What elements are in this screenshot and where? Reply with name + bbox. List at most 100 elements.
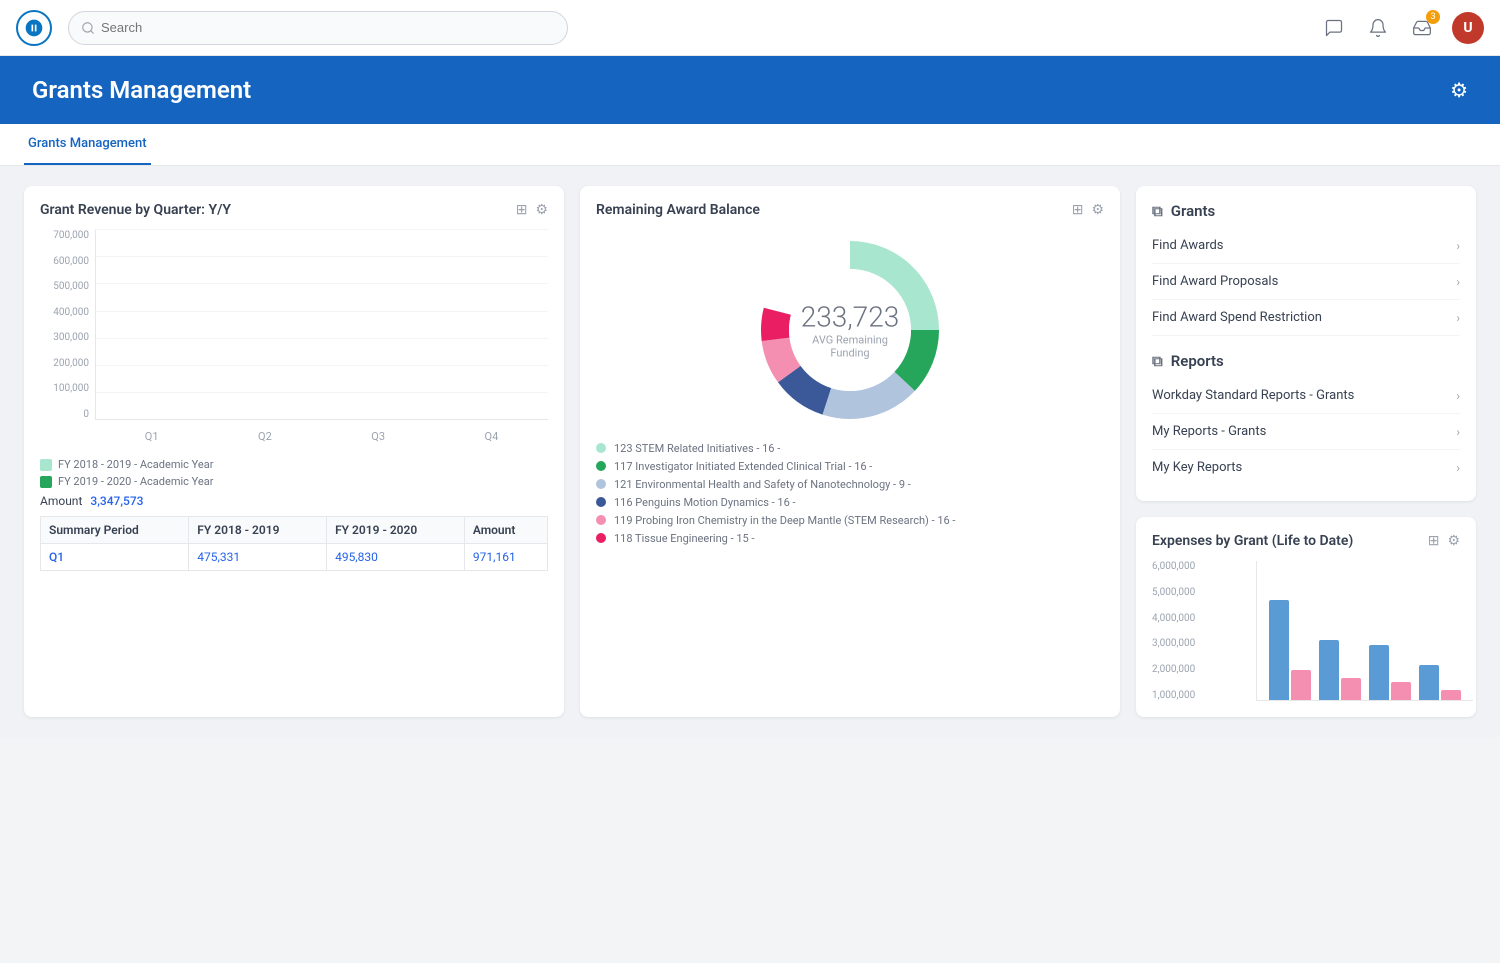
bell-icon[interactable] xyxy=(1364,14,1392,42)
donut-dot-1 xyxy=(596,461,606,471)
menu-label-my-key-reports: My Key Reports xyxy=(1152,460,1242,475)
exp-bar-2-pink xyxy=(1341,678,1361,700)
exp-y-6m: 6,000,000 xyxy=(1152,561,1195,572)
exp-bar-3-pink xyxy=(1391,682,1411,700)
donut-wrap: 233,723 AVG Remaining Funding xyxy=(750,230,950,430)
exp-bar-1-pink xyxy=(1291,670,1311,700)
chevron-icon-3: › xyxy=(1456,389,1460,403)
grants-menu-card: ⧉ Grants Find Awards › Find Award Propos… xyxy=(1136,186,1476,501)
x-label-q1: Q1 xyxy=(95,424,208,450)
legend-dot-prev xyxy=(40,459,52,471)
legend-item-prev: FY 2018 - 2019 - Academic Year xyxy=(40,458,548,471)
settings-icon-expenses[interactable]: ⚙ xyxy=(1447,533,1460,549)
table-header-row: Summary Period FY 2018 - 2019 FY 2019 - … xyxy=(41,517,548,544)
exp-bar-1-blue xyxy=(1269,600,1289,700)
menu-label-find-awards: Find Awards xyxy=(1152,238,1224,253)
chat-icon[interactable] xyxy=(1320,14,1348,42)
col-fy1819: FY 2018 - 2019 xyxy=(189,517,327,544)
inbox-icon[interactable]: 3 xyxy=(1408,14,1436,42)
donut-value: 233,723 xyxy=(800,301,900,334)
chevron-icon-1: › xyxy=(1456,275,1460,289)
donut-container: 233,723 AVG Remaining Funding xyxy=(596,230,1104,430)
cell-fy1819: 475,331 xyxy=(189,544,327,571)
expenses-y-axis: 6,000,000 5,000,000 4,000,000 3,000,000 … xyxy=(1152,561,1201,701)
menu-item-my-reports[interactable]: My Reports - Grants › xyxy=(1152,414,1460,450)
donut-dot-2 xyxy=(596,479,606,489)
settings-icon[interactable]: ⚙ xyxy=(1450,78,1468,102)
page-header: Grants Management ⚙ xyxy=(0,56,1500,124)
donut-legend-label-4: 119 Probing Iron Chemistry in the Deep M… xyxy=(614,514,955,527)
donut-chart-card: Remaining Award Balance ⊞ ⚙ xyxy=(580,186,1120,717)
x-label-q4: Q4 xyxy=(435,424,548,450)
chevron-icon-0: › xyxy=(1456,239,1460,253)
donut-chart-icons: ⊞ ⚙ xyxy=(1072,202,1104,218)
search-bar[interactable] xyxy=(68,11,568,45)
table-row: Q1 475,331 495,830 971,161 xyxy=(41,544,548,571)
menu-label-find-award-proposals: Find Award Proposals xyxy=(1152,274,1278,289)
menu-label-find-award-spend: Find Award Spend Restriction xyxy=(1152,310,1322,325)
settings-icon-donut[interactable]: ⚙ xyxy=(1091,202,1104,218)
filter-icon-expenses[interactable]: ⊞ xyxy=(1428,533,1440,549)
amount-value: 3,347,573 xyxy=(90,494,143,508)
expenses-title: Expenses by Grant (Life to Date) xyxy=(1152,533,1353,549)
filter-icon[interactable]: ⊞ xyxy=(516,202,528,218)
expenses-header: Expenses by Grant (Life to Date) ⊞ ⚙ xyxy=(1152,533,1460,549)
chevron-icon-2: › xyxy=(1456,311,1460,325)
exp-y-3m: 3,000,000 xyxy=(1152,638,1195,649)
reports-section-title: ⧉ Reports xyxy=(1152,352,1460,370)
exp-y-5m: 5,000,000 xyxy=(1152,587,1195,598)
inbox-badge: 3 xyxy=(1426,10,1440,24)
main-content: Grant Revenue by Quarter: Y/Y ⊞ ⚙ 700,00… xyxy=(0,166,1500,737)
amount-label: Amount xyxy=(40,494,82,508)
exp-bar-group-4 xyxy=(1419,665,1461,700)
donut-legend-item-0: 123 STEM Related Initiatives - 16 - xyxy=(596,442,1104,455)
col-amount: Amount xyxy=(464,517,547,544)
bars-container xyxy=(95,230,548,420)
user-avatar[interactable]: U xyxy=(1452,12,1484,44)
settings-icon-chart[interactable]: ⚙ xyxy=(535,202,548,218)
x-label-q2: Q2 xyxy=(208,424,321,450)
tab-grants-management[interactable]: Grants Management xyxy=(24,124,151,165)
donut-chart-title: Remaining Award Balance xyxy=(596,202,760,218)
menu-item-find-award-spend[interactable]: Find Award Spend Restriction › xyxy=(1152,300,1460,336)
grants-section-icon: ⧉ xyxy=(1152,202,1163,220)
summary-table: Summary Period FY 2018 - 2019 FY 2019 - … xyxy=(40,516,548,571)
donut-legend-label-1: 117 Investigator Initiated Extended Clin… xyxy=(614,460,872,473)
expenses-bars xyxy=(1256,561,1473,701)
donut-legend-item-4: 119 Probing Iron Chemistry in the Deep M… xyxy=(596,514,1104,527)
col-summary-period: Summary Period xyxy=(41,517,189,544)
chevron-icon-5: › xyxy=(1456,461,1460,475)
x-labels: Q1 Q2 Q3 Q4 xyxy=(95,424,548,450)
x-label-q3: Q3 xyxy=(322,424,435,450)
menu-item-my-key-reports[interactable]: My Key Reports › xyxy=(1152,450,1460,485)
right-panel: ⧉ Grants Find Awards › Find Award Propos… xyxy=(1136,186,1476,717)
expenses-chart-inner: 6,000,000 5,000,000 4,000,000 3,000,000 … xyxy=(1152,561,1460,701)
menu-item-find-award-proposals[interactable]: Find Award Proposals › xyxy=(1152,264,1460,300)
workday-logo xyxy=(16,10,52,46)
cell-period[interactable]: Q1 xyxy=(41,544,189,571)
donut-legend: 123 STEM Related Initiatives - 16 - 117 … xyxy=(596,442,1104,545)
exp-y-2m: 2,000,000 xyxy=(1152,664,1195,675)
menu-label-my-reports: My Reports - Grants xyxy=(1152,424,1266,439)
filter-icon-donut[interactable]: ⊞ xyxy=(1072,202,1084,218)
donut-dot-0 xyxy=(596,443,606,453)
search-input[interactable] xyxy=(101,20,555,35)
expenses-card: Expenses by Grant (Life to Date) ⊞ ⚙ 6,0… xyxy=(1136,517,1476,717)
donut-center: 233,723 AVG Remaining Funding xyxy=(800,301,900,360)
donut-legend-label-3: 116 Penguins Motion Dynamics - 16 - xyxy=(614,496,796,509)
donut-legend-item-1: 117 Investigator Initiated Extended Clin… xyxy=(596,460,1104,473)
bar-chart-title: Grant Revenue by Quarter: Y/Y xyxy=(40,202,231,218)
menu-item-find-awards[interactable]: Find Awards › xyxy=(1152,228,1460,264)
bar-chart-card: Grant Revenue by Quarter: Y/Y ⊞ ⚙ 700,00… xyxy=(24,186,564,717)
expenses-chart-area: 6,000,000 5,000,000 4,000,000 3,000,000 … xyxy=(1152,561,1460,701)
donut-legend-label-0: 123 STEM Related Initiatives - 16 - xyxy=(614,442,780,455)
exp-y-4m: 4,000,000 xyxy=(1152,613,1195,624)
page-title: Grants Management xyxy=(32,76,251,104)
reports-section-icon: ⧉ xyxy=(1152,352,1163,370)
exp-bar-group-2 xyxy=(1319,640,1361,700)
legend-item-curr: FY 2019 - 2020 - Academic Year xyxy=(40,475,548,488)
exp-bar-4-pink xyxy=(1441,690,1461,700)
chevron-icon-4: › xyxy=(1456,425,1460,439)
menu-item-workday-reports[interactable]: Workday Standard Reports - Grants › xyxy=(1152,378,1460,414)
donut-legend-item-5: 118 Tissue Engineering - 15 - xyxy=(596,532,1104,545)
